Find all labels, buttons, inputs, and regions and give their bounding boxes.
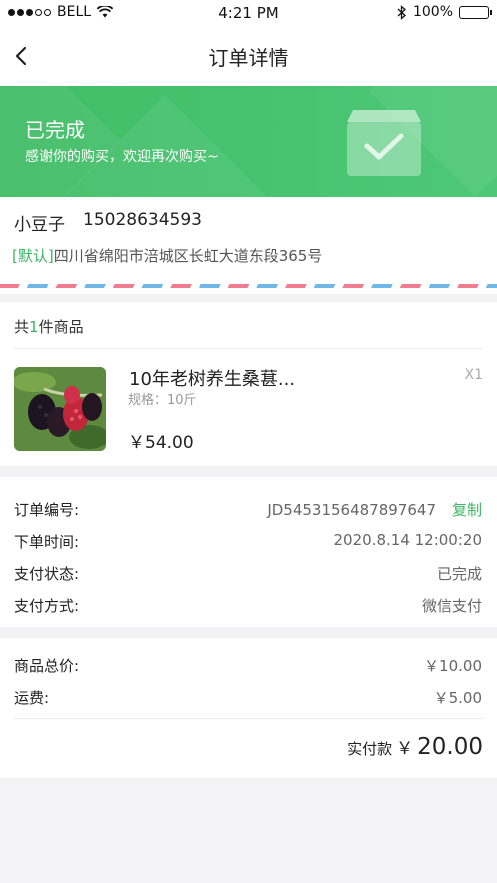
status-right: 100% [397,4,492,20]
order-time-label: 下单时间: [14,533,80,551]
battery-icon [459,5,492,19]
order-status-banner: 已完成 感谢你的购买，欢迎再次购买~ [0,86,497,197]
paid-total-value: 20.00 [417,734,483,760]
product-quantity: X1 [464,367,484,383]
product-image[interactable] [14,367,106,451]
nav-bar: 订单详情 [0,26,497,86]
address-line: [默认]四川省绵阳市涪城区长虹大道东段365号 [12,245,322,266]
divider [14,348,483,349]
goods-total-row: 商品总价: ￥10.00 [14,655,482,677]
product-name[interactable]: 10年老树养生桑葚... [129,365,295,391]
recipient-phone: 15028634593 [83,210,202,230]
paid-total-row: 实付款 ￥ 20.00 [347,734,483,760]
recipient-name: 小豆子 [14,215,65,235]
order-number-value-group: JD5453156487897647 复制 [267,499,482,520]
divider [14,718,483,719]
goods-count: 共1件商品 [14,316,84,337]
order-number-label: 订单编号: [14,501,80,519]
paid-total-label: 实付款 [347,740,393,758]
address-card: 小豆子 15028634593 [默认]四川省绵阳市涪城区长虹大道东段365号 [0,197,497,294]
pay-method-value: 微信支付 [421,597,482,615]
order-number-value: JD5453156487897647 [267,501,436,519]
goods-count-prefix: 共 [14,318,30,336]
pay-method-row: 支付方式: 微信支付 [14,595,482,617]
status-bar: BELL 4:21 PM 100% [0,0,497,26]
copy-button[interactable]: 复制 [452,501,482,519]
package-check-icon [347,110,421,176]
mail-stripe-divider [0,284,497,288]
default-address-tag: [默认] [12,247,54,265]
order-info-card: 订单编号: JD5453156487897647 复制 下单时间: 2020.8.… [0,477,497,627]
paid-total-currency: ￥ [396,739,414,759]
goods-count-number: 1 [29,318,39,336]
bluetooth-icon [397,4,406,20]
recipient-info: 小豆子 15028634593 [14,210,202,235]
goods-total-value: ￥10.00 [424,657,482,675]
shipping-label: 运费: [14,689,50,707]
mulberry-image [14,367,106,451]
battery-label: 100% [412,4,453,20]
order-time-value: 2020.8.14 12:00:20 [333,531,482,549]
order-time-row: 下单时间: 2020.8.14 12:00:20 [14,531,482,553]
goods-total-label: 商品总价: [14,657,80,675]
product-spec: 规格：10斤 [128,393,197,408]
pay-status-row: 支付状态: 已完成 [14,563,482,585]
shipping-row: 运费: ￥5.00 [14,687,482,709]
order-status-title: 已完成 [25,118,85,142]
pay-status-value: 已完成 [436,565,482,583]
price-summary-card: 商品总价: ￥10.00 运费: ￥5.00 实付款 ￥ 20.00 [0,638,497,778]
page-title: 订单详情 [208,46,289,70]
order-number-row: 订单编号: JD5453156487897647 复制 [14,499,482,521]
product-price: ￥54.00 [128,433,194,453]
pay-method-label: 支付方式: [14,597,80,615]
address-text: 四川省绵阳市涪城区长虹大道东段365号 [53,247,323,265]
order-status-subtitle: 感谢你的购买，欢迎再次购买~ [25,149,219,165]
shipping-value: ￥5.00 [433,689,482,707]
goods-count-suffix: 件商品 [38,318,84,336]
pay-status-label: 支付状态: [14,565,80,583]
goods-card: 共1件商品 10年老树养生桑葚... 规格：10斤 X1 ￥54.00 [0,302,497,466]
